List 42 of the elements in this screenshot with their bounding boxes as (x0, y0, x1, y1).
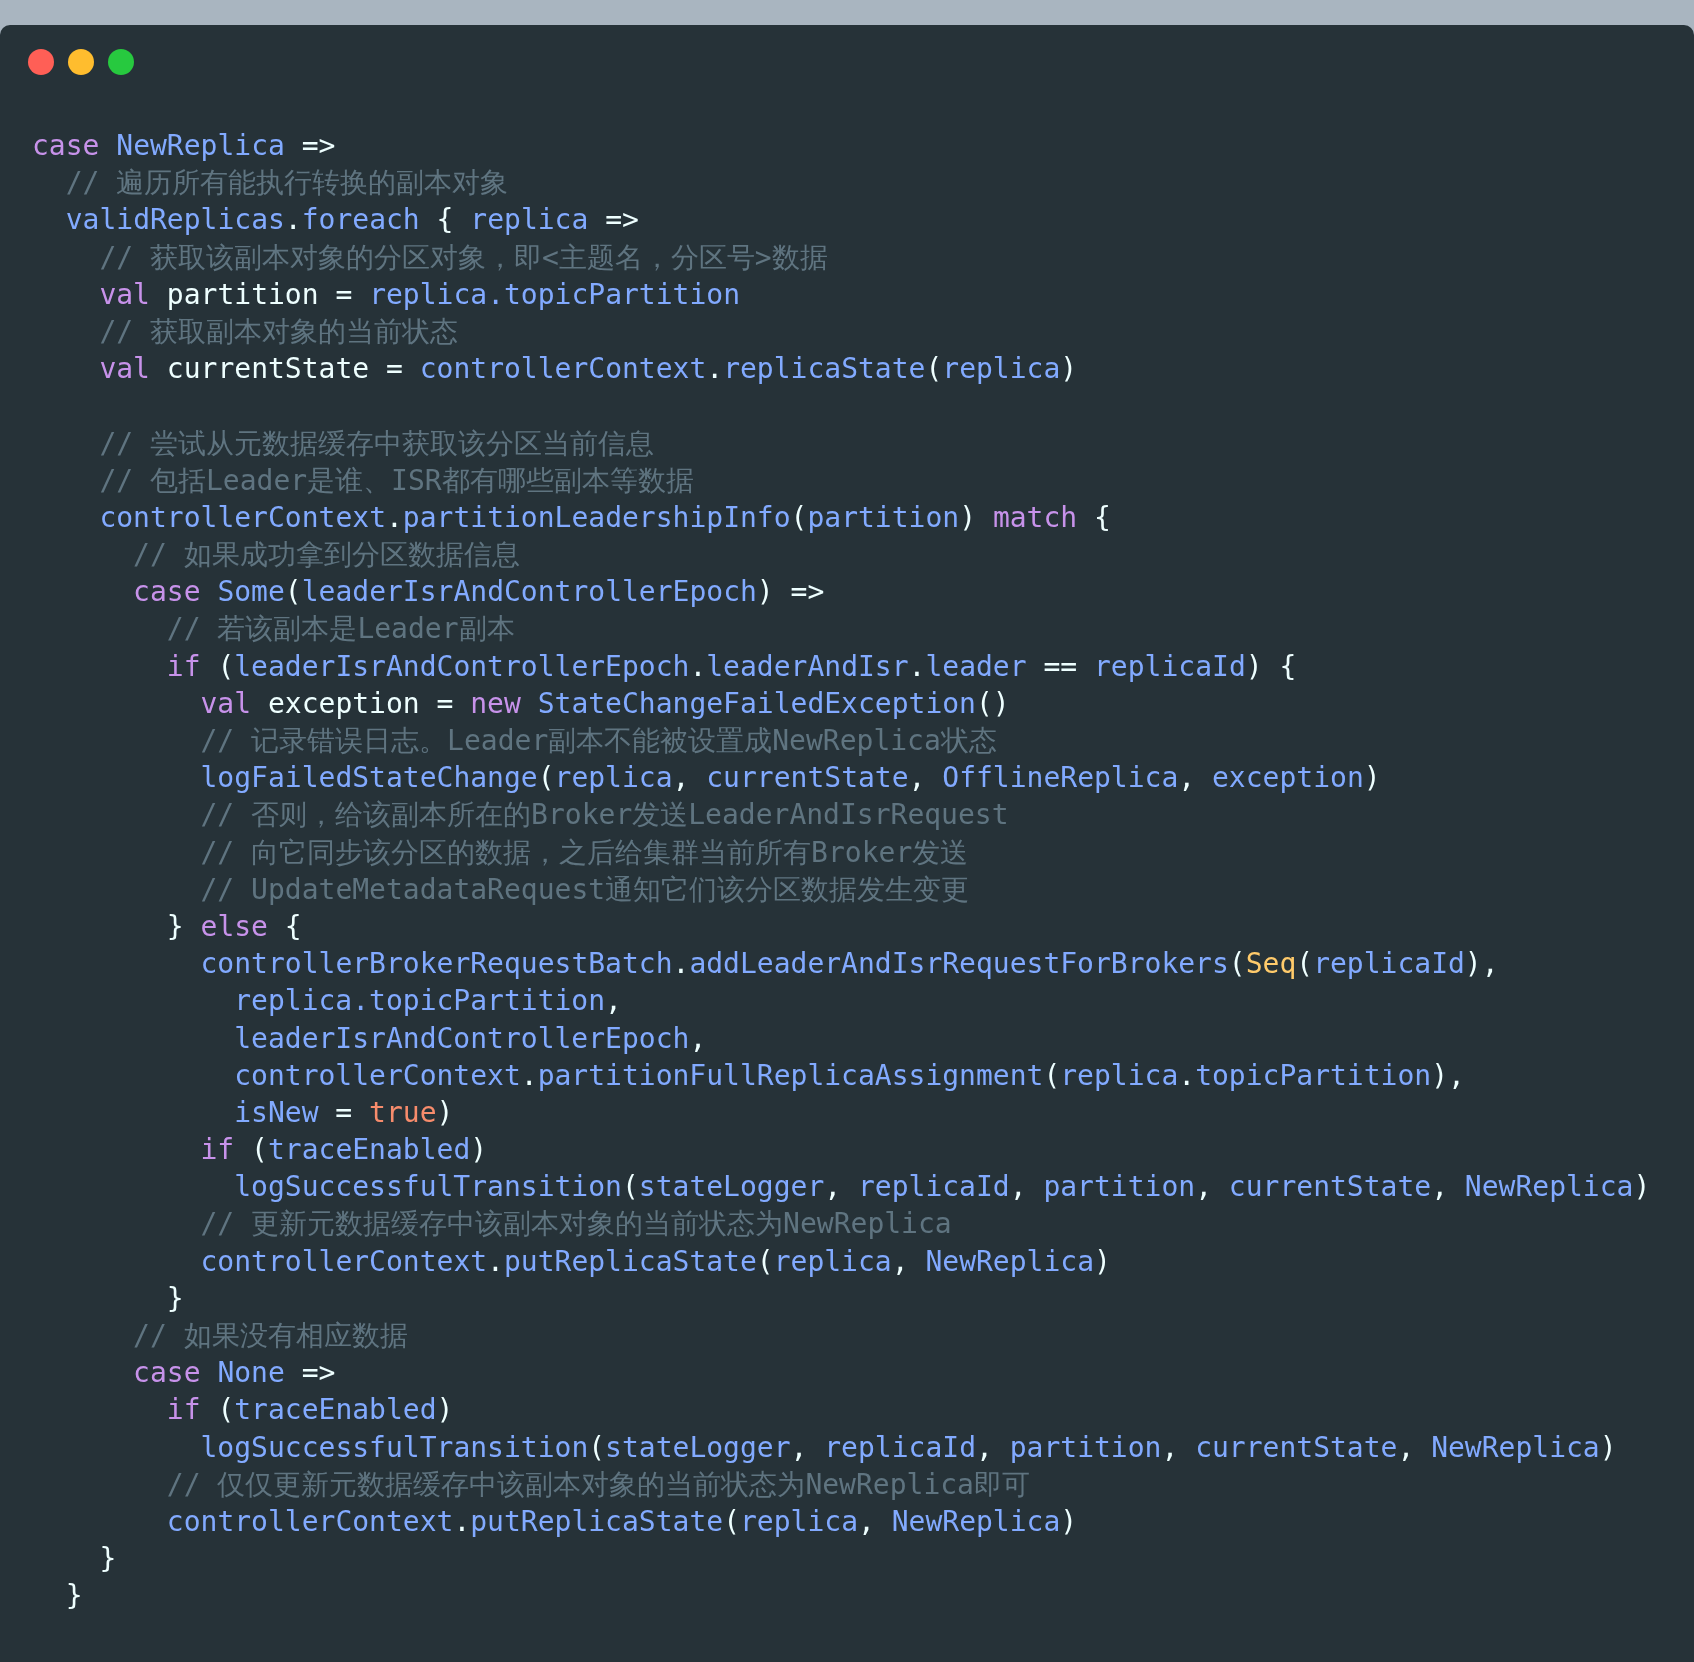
code-comment: // 否则，给该副本所在的Broker发送LeaderAndIsrRequest (200, 798, 1009, 832)
code-line: replica.topicPartition, (234, 984, 622, 1018)
code-line: if (leaderIsrAndControllerEpoch.leaderAndIsr.leader == replicaId) { (166, 649, 1297, 683)
code-line: logSuccessfulTransition(stateLogger, replicaId, partition, currentState, NewReplica) (234, 1170, 1651, 1204)
code-comment: // 向它同步该分区的数据，之后给集群当前所有Broker发送 (200, 835, 969, 869)
minimize-dot-icon[interactable] (68, 49, 94, 75)
code-comment: // 尝试从元数据缓存中获取该分区当前信息 (99, 426, 654, 460)
code-line: controllerContext.partitionFullReplicaAssignment(replica.topicPartition), (234, 1058, 1465, 1092)
code-line: controllerContext.putReplicaState(replica, NewReplica) (166, 1504, 1078, 1538)
code-line: case NewReplica => (32, 129, 336, 162)
code-line: logFailedStateChange(replica, currentState, OfflineReplica, exception) (200, 761, 1381, 795)
code-line: leaderIsrAndControllerEpoch, (234, 1021, 707, 1055)
code-line: controllerContext.putReplicaState(replica, NewReplica) (200, 1244, 1111, 1278)
code-comment: // 若该副本是Leader副本 (166, 612, 515, 646)
code-line: } else { (166, 909, 302, 943)
code-line: validReplicas.foreach { replica => (65, 203, 639, 237)
code-line: val currentState = controllerContext.replicaState(replica) (99, 352, 1078, 386)
code-line: } (65, 1579, 83, 1613)
code-comment: // 如果没有相应数据 (133, 1319, 408, 1352)
code-line: if (traceEnabled) (200, 1133, 488, 1167)
code-line: } (166, 1281, 184, 1315)
code-comment: // 包括Leader是谁、ISR都有哪些副本等数据 (99, 463, 694, 497)
code-line: logSuccessfulTransition(stateLogger, replicaId, partition, currentState, NewReplica) (200, 1430, 1617, 1464)
code-comment: // 更新元数据缓存中该副本对象的当前状态为NewReplica (200, 1207, 952, 1241)
code-line: if (traceEnabled) (166, 1393, 454, 1427)
code-comment: // 获取副本对象的当前状态 (99, 314, 458, 348)
code-comment: // 如果成功拿到分区数据信息 (133, 538, 520, 572)
code-comment: // 遍历所有能执行转换的副本对象 (65, 166, 509, 200)
code-line: case None => (133, 1356, 336, 1390)
close-dot-icon[interactable] (28, 49, 54, 75)
code-line: controllerBrokerRequestBatch.addLeaderAndIsrRequestForBrokers(Seq(replicaId), (200, 947, 1499, 981)
code-line: controllerContext.partitionLeadershipInfo(partition) match { (99, 500, 1111, 534)
zoom-dot-icon[interactable] (108, 49, 134, 75)
code-comment: // 仅仅更新元数据缓存中该副本对象的当前状态为NewReplica即可 (166, 1467, 1030, 1501)
code-comment: // 记录错误日志。Leader副本不能被设置成NewReplica状态 (200, 724, 997, 757)
code-comment: // 获取该副本对象的分区对象，即<主题名，分区号>数据 (99, 240, 828, 274)
code-line: val exception = new StateChangeFailedException() (200, 686, 1010, 720)
code-line: isNew = true) (234, 1095, 454, 1129)
code-comment: // UpdateMetadataRequest通知它们该分区数据发生变更 (200, 872, 970, 906)
code-line: val partition = replica.topicPartition (99, 277, 740, 311)
code-line: } (99, 1542, 117, 1576)
code-line: case Some(leaderIsrAndControllerEpoch) => (133, 575, 825, 609)
